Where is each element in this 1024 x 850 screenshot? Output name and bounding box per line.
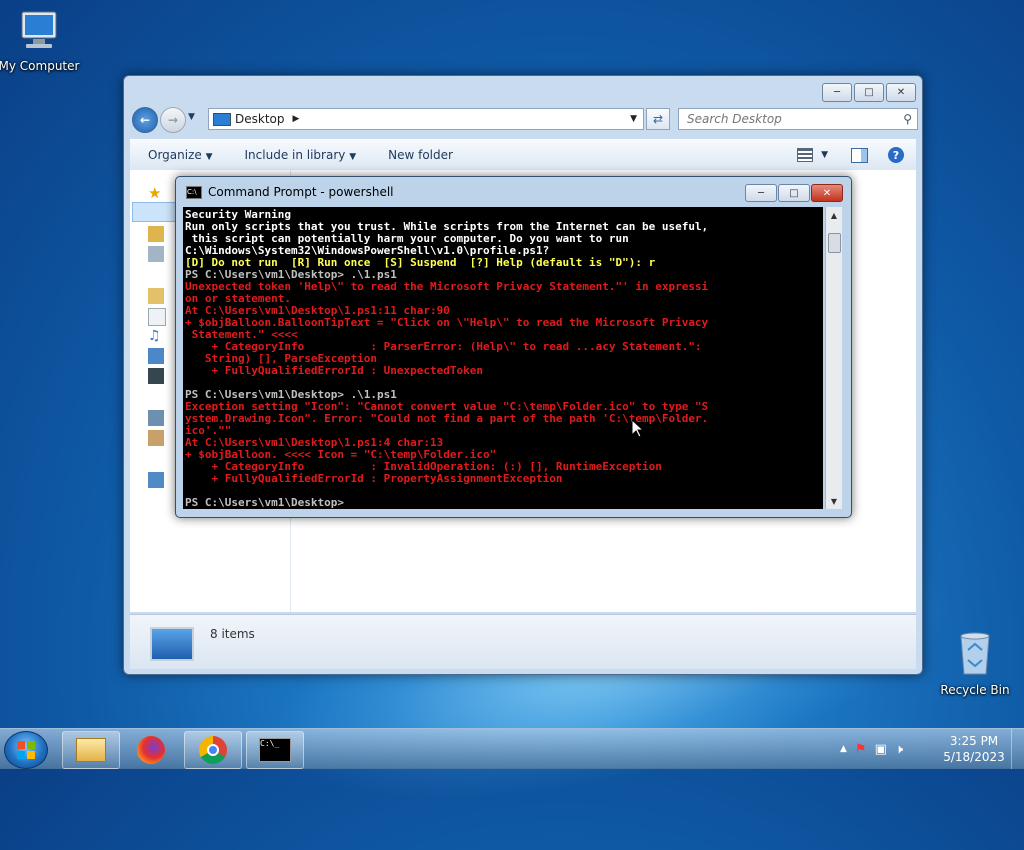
- console-line: ystem.Drawing.Icon". Error: "Could not f…: [185, 412, 709, 425]
- taskbar: C:\_ ▲ ⚑ ▣ 🕨 3:25 PM 5/18/2023: [0, 728, 1024, 769]
- close-button[interactable]: ✕: [886, 83, 916, 102]
- local-disk-icon[interactable]: [148, 430, 164, 446]
- cmd-titlebar[interactable]: C:\ Command Prompt - powershell: [186, 185, 394, 199]
- organize-label: Organize: [148, 148, 202, 162]
- details-pane: 8 items: [130, 614, 916, 669]
- music-icon[interactable]: ♫: [148, 328, 164, 344]
- command-prompt-window: C:\ Command Prompt - powershell ─ □ ✕ Se…: [175, 176, 852, 518]
- network-icon[interactable]: [148, 472, 164, 488]
- libraries-icon[interactable]: [148, 288, 164, 304]
- include-in-library-menu[interactable]: Include in library ▼: [227, 148, 371, 162]
- taskbar-command-prompt[interactable]: C:\_: [246, 731, 304, 769]
- back-button[interactable]: ←: [132, 107, 158, 133]
- action-center-flag-icon[interactable]: ⚑: [855, 742, 867, 757]
- chevron-right-icon[interactable]: ▶: [293, 114, 300, 124]
- desktop-large-icon: [150, 627, 194, 661]
- show-desktop-button[interactable]: [1011, 729, 1024, 769]
- include-in-library-label: Include in library: [244, 148, 346, 162]
- address-text: Desktop: [235, 112, 285, 126]
- show-hidden-icons-icon[interactable]: ▲: [840, 744, 847, 754]
- network-tray-icon[interactable]: ▣: [875, 742, 887, 757]
- pictures-icon[interactable]: [148, 348, 164, 364]
- start-button[interactable]: [4, 731, 48, 769]
- console-line: + FullyQualifiedErrorId : PropertyAssign…: [211, 472, 563, 485]
- arrow-left-icon: ←: [139, 113, 151, 127]
- recent-pages-dropdown[interactable]: ▼: [188, 112, 195, 122]
- maximize-button[interactable]: □: [778, 184, 810, 202]
- computer-icon: [0, 8, 84, 57]
- command-prompt-icon: C:\_: [259, 738, 291, 762]
- mouse-cursor-icon: [631, 418, 645, 441]
- documents-icon[interactable]: [148, 308, 166, 326]
- console-output[interactable]: Security Warning Run only scripts that y…: [183, 207, 823, 509]
- clock-time: 3:25 PM: [949, 734, 999, 748]
- clock[interactable]: 3:25 PM 5/18/2023: [940, 733, 1008, 765]
- chevron-down-icon: ▼: [349, 152, 357, 162]
- minimize-button[interactable]: ─: [822, 83, 852, 102]
- arrow-right-icon: →: [167, 113, 179, 127]
- command-prompt-icon: C:\: [186, 185, 202, 199]
- desktop-icon-label: Recycle Bin: [940, 683, 1010, 697]
- downloads-folder-icon[interactable]: [148, 226, 164, 242]
- preview-pane-icon[interactable]: [851, 147, 868, 163]
- console-text: Security Warning Run only scripts that y…: [183, 207, 823, 509]
- volume-muted-icon[interactable]: 🕨: [895, 742, 903, 757]
- computer-nav-icon[interactable]: [148, 410, 164, 426]
- new-folder-button[interactable]: New folder: [370, 148, 467, 162]
- cmd-caption-buttons: ─ □ ✕: [745, 184, 843, 202]
- refresh-icon: ⇄: [652, 112, 664, 126]
- refresh-button[interactable]: ⇄: [646, 108, 670, 130]
- scroll-up-icon[interactable]: ▲: [826, 207, 842, 223]
- console-line: + FullyQualifiedErrorId : UnexpectedToke…: [211, 364, 484, 377]
- scroll-down-icon[interactable]: ▼: [826, 493, 842, 509]
- command-bar: Organize ▼ Include in library ▼ New fold…: [130, 139, 916, 171]
- explorer-caption-buttons: ─ □ ✕: [822, 83, 916, 102]
- address-dropdown-icon[interactable]: ▼: [630, 114, 637, 124]
- desktop-icon-my-computer[interactable]: My Computer: [0, 8, 84, 73]
- organize-menu[interactable]: Organize ▼: [130, 148, 227, 162]
- view-icon: [797, 148, 814, 162]
- recycle-bin-icon: [930, 630, 1020, 681]
- taskbar-explorer[interactable]: [62, 731, 120, 769]
- firefox-icon: [137, 736, 165, 764]
- item-count: 8 items: [210, 627, 255, 641]
- view-options[interactable]: ▼: [797, 148, 828, 162]
- favorites-star-icon[interactable]: ★: [148, 184, 164, 202]
- scroll-thumb[interactable]: [828, 233, 841, 253]
- cmd-title-text: Command Prompt - powershell: [208, 185, 394, 199]
- taskbar-firefox[interactable]: [122, 731, 180, 769]
- chrome-icon: [199, 736, 227, 764]
- search-icon[interactable]: ⚲: [903, 112, 912, 126]
- help-icon[interactable]: ?: [888, 147, 904, 163]
- console-line: PS C:\Users\vm1\Desktop>: [185, 496, 344, 509]
- recent-places-icon[interactable]: [148, 246, 164, 262]
- console-scrollbar[interactable]: ▲ ▼: [825, 207, 842, 509]
- forward-button[interactable]: →: [160, 107, 186, 133]
- clock-date: 5/18/2023: [943, 750, 1005, 764]
- search-input[interactable]: [685, 111, 889, 127]
- system-tray: ▲ ⚑ ▣ 🕨: [840, 729, 903, 769]
- windows-logo-icon: [17, 741, 35, 759]
- address-bar[interactable]: Desktop ▶ ▼: [208, 108, 644, 130]
- windows-explorer-icon: [76, 738, 106, 762]
- videos-icon[interactable]: [148, 368, 164, 384]
- taskbar-chrome[interactable]: [184, 731, 242, 769]
- search-box[interactable]: ⚲: [678, 108, 918, 130]
- address-row: ← → ▼ Desktop ▶ ▼ ⇄ ⚲: [130, 106, 918, 134]
- chevron-down-icon: ▼: [205, 152, 213, 162]
- minimize-button[interactable]: ─: [745, 184, 777, 202]
- maximize-button[interactable]: □: [854, 83, 884, 102]
- desktop-icon-recycle-bin[interactable]: Recycle Bin: [930, 630, 1020, 697]
- nav-item-selected[interactable]: [132, 202, 180, 222]
- desktop-icon-label: My Computer: [0, 59, 80, 73]
- chevron-down-icon: ▼: [821, 150, 828, 160]
- desktop-small-icon: [213, 112, 231, 126]
- close-button[interactable]: ✕: [811, 184, 843, 202]
